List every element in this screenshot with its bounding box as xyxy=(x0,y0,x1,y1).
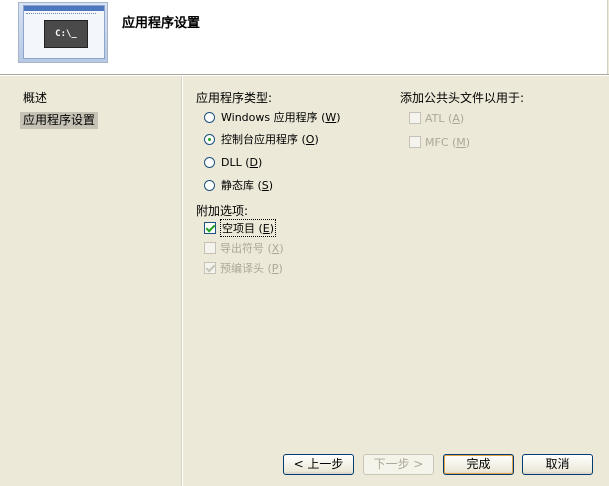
radio-label: 静态库 (S) xyxy=(221,179,274,192)
app-type-label: 应用程序类型: xyxy=(196,91,273,105)
sidebar-item-app-settings[interactable]: 应用程序设置 xyxy=(20,112,99,129)
checkbox-label: 导出符号 (X) xyxy=(220,242,284,255)
checkbox-label: MFC (M) xyxy=(425,135,471,149)
radio-windows-app[interactable]: Windows 应用程序 (W) xyxy=(204,109,341,125)
next-button: 下一步 > xyxy=(363,454,434,475)
wizard-dialog: C:\_ 应用程序设置 概述 应用程序设置 应用程序类型: Windows 应用… xyxy=(0,0,609,486)
finish-button[interactable]: 完成 xyxy=(443,454,514,475)
checkbox-mfc: MFC (M) xyxy=(409,134,470,150)
extra-options-label: 附加选项: xyxy=(196,204,249,218)
console-icon: C:\_ xyxy=(44,20,88,48)
radio-button[interactable] xyxy=(204,179,215,191)
radio-button[interactable] xyxy=(204,156,215,168)
radio-label: 控制台应用程序 (O) xyxy=(221,133,319,146)
checkbox-precompiled-header: 预编译头 (P) xyxy=(204,260,283,276)
wizard-sidebar xyxy=(0,76,182,486)
cancel-button[interactable]: 取消 xyxy=(522,454,593,475)
checkbox xyxy=(204,242,216,254)
radio-button[interactable] xyxy=(204,111,215,123)
checkbox[interactable] xyxy=(204,222,216,234)
thumbnail-titlebar xyxy=(24,6,104,11)
checkbox-label: ATL (A) xyxy=(425,111,465,125)
page-title: 应用程序设置 xyxy=(122,16,201,31)
sidebar-item-overview[interactable]: 概述 xyxy=(20,90,50,107)
common-headers-label: 添加公共头文件以用于: xyxy=(400,91,525,105)
checkbox-export-symbols: 导出符号 (X) xyxy=(204,240,284,256)
checkbox-label: 空项目 (E) xyxy=(220,219,277,237)
radio-button[interactable] xyxy=(204,133,215,145)
sidebar-divider xyxy=(182,76,183,486)
checkbox xyxy=(409,136,421,148)
header: C:\_ 应用程序设置 xyxy=(0,0,608,74)
checkbox xyxy=(204,262,216,274)
thumbnail-menubar xyxy=(26,13,96,16)
checkbox-label: 预编译头 (P) xyxy=(220,262,283,275)
radio-label: Windows 应用程序 (W) xyxy=(221,111,341,124)
checkbox xyxy=(409,112,421,124)
radio-console-app[interactable]: 控制台应用程序 (O) xyxy=(204,131,319,147)
checkbox-empty-project[interactable]: 空项目 (E) xyxy=(204,219,277,237)
radio-static-lib[interactable]: 静态库 (S) xyxy=(204,177,273,193)
checkbox-atl: ATL (A) xyxy=(409,110,464,126)
back-button[interactable]: < 上一步 xyxy=(283,454,354,475)
radio-label: DLL (D) xyxy=(221,155,263,169)
window-thumbnail: C:\_ xyxy=(23,5,105,59)
wizard-banner-image: C:\_ xyxy=(18,2,108,63)
radio-dll[interactable]: DLL (D) xyxy=(204,154,262,170)
